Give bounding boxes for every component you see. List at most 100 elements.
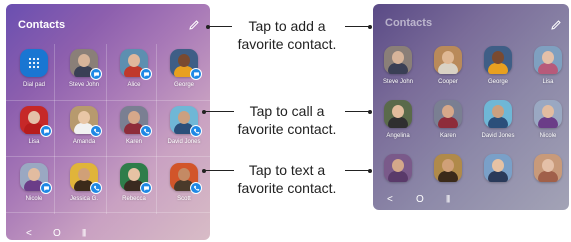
contact-name: Steve John xyxy=(382,79,414,85)
contacts-screen-left: Contacts Dial pad Steve John Alice George Li… xyxy=(6,4,210,240)
callout-line: favorite contact. xyxy=(237,36,337,52)
favorite-contact[interactable]: Nicole xyxy=(525,100,569,139)
contact-name: Dial pad xyxy=(22,82,45,88)
contact-avatar[interactable] xyxy=(534,154,562,182)
contact-avatar[interactable] xyxy=(170,163,202,194)
call-badge-icon[interactable] xyxy=(140,125,152,137)
contact-name: Nicole xyxy=(539,133,557,139)
contact-avatar[interactable] xyxy=(384,154,412,182)
screen-title: Contacts xyxy=(385,17,433,29)
message-badge-icon[interactable] xyxy=(40,125,52,137)
message-badge-icon[interactable] xyxy=(40,182,52,194)
call-badge-icon[interactable] xyxy=(90,182,102,194)
favorite-contact[interactable]: George xyxy=(475,46,521,85)
callout-line: Tap to text a xyxy=(248,162,326,178)
favorite-contact[interactable]: Steve John xyxy=(375,46,421,85)
favorite-contact[interactable]: Amanda xyxy=(61,106,107,145)
callout-text-favorite: Tap to text a favorite contact. xyxy=(212,161,362,197)
pencil-icon[interactable] xyxy=(188,19,200,31)
contact-name: Lisa xyxy=(542,79,554,85)
contacts-screen-right: Contacts Steve John Cooper George Lisa Angel… xyxy=(373,4,569,210)
contact-name: Alice xyxy=(127,82,141,88)
callout-pointer-dot xyxy=(368,110,372,114)
contact-name: Cooper xyxy=(438,79,458,85)
message-badge-icon[interactable] xyxy=(140,68,152,80)
contact-name: Karen xyxy=(125,139,142,145)
callout-line: Tap to add a xyxy=(248,18,326,34)
contact-avatar[interactable] xyxy=(120,163,152,194)
call-badge-icon[interactable] xyxy=(190,182,202,194)
message-badge-icon[interactable] xyxy=(90,68,102,80)
callout-pointer-dot xyxy=(368,169,372,173)
back-nav-button[interactable]: < xyxy=(387,194,393,205)
favorite-contact[interactable]: David Jones xyxy=(161,106,207,145)
back-nav-button[interactable]: < xyxy=(26,228,32,239)
contact-avatar[interactable] xyxy=(434,100,462,128)
favorite-contact[interactable]: George xyxy=(161,49,207,88)
favorite-contact[interactable]: Rebecca xyxy=(111,163,157,202)
favorite-contact[interactable] xyxy=(475,154,521,187)
favorite-contact[interactable]: Nicole xyxy=(11,163,57,202)
favorite-contact[interactable]: David Jones xyxy=(475,100,521,139)
contact-name: George xyxy=(173,82,194,88)
favorite-contact[interactable]: Karen xyxy=(111,106,157,145)
favorite-contact[interactable]: Jessica G. xyxy=(61,163,107,202)
favorite-contact[interactable]: Angelina xyxy=(375,100,421,139)
contact-avatar[interactable] xyxy=(170,106,202,137)
recents-nav-button[interactable]: ||| xyxy=(82,228,86,237)
favorite-contact[interactable]: Steve John xyxy=(61,49,107,88)
favorite-contact[interactable]: Lisa xyxy=(525,46,569,85)
home-nav-button[interactable]: O xyxy=(53,228,61,239)
contact-name: David Jones xyxy=(481,133,515,139)
callout-line: favorite contact. xyxy=(237,180,337,196)
recents-nav-button[interactable]: ||| xyxy=(446,194,450,203)
callout-call-favorite: Tap to call a favorite contact. xyxy=(212,102,362,138)
contact-avatar[interactable] xyxy=(434,154,462,182)
home-nav-button[interactable]: O xyxy=(416,194,424,205)
dial-pad-icon[interactable] xyxy=(20,49,48,77)
contact-avatar[interactable] xyxy=(534,46,562,74)
screen-title: Contacts xyxy=(18,19,66,31)
contact-avatar[interactable] xyxy=(384,46,412,74)
contact-avatar[interactable] xyxy=(434,46,462,74)
contact-avatar[interactable] xyxy=(384,100,412,128)
callout-pointer-dot xyxy=(368,25,372,29)
contact-avatar[interactable] xyxy=(20,106,52,137)
call-badge-icon[interactable] xyxy=(190,125,202,137)
contact-name: Rebecca xyxy=(122,196,146,202)
contact-name: Jessica G. xyxy=(69,196,98,202)
favorite-contact[interactable]: Alice xyxy=(111,49,157,88)
favorite-contact[interactable]: Scott xyxy=(161,163,207,202)
callout-add-favorite: Tap to add a favorite contact. xyxy=(212,17,362,53)
contact-name: Angelina xyxy=(386,133,410,139)
message-badge-icon[interactable] xyxy=(190,68,202,80)
favorite-contact[interactable]: Cooper xyxy=(425,46,471,85)
contact-avatar[interactable] xyxy=(70,49,102,80)
favorite-contact[interactable] xyxy=(425,154,471,187)
favorite-contact[interactable]: Lisa xyxy=(11,106,57,145)
contact-avatar[interactable] xyxy=(120,106,152,137)
contact-avatar[interactable] xyxy=(20,163,52,194)
contact-name: David Jones xyxy=(167,139,201,145)
pencil-icon[interactable] xyxy=(550,19,562,31)
contact-avatar[interactable] xyxy=(534,100,562,128)
call-badge-icon[interactable] xyxy=(90,125,102,137)
favorite-contact[interactable]: Karen xyxy=(425,100,471,139)
contact-name: Nicole xyxy=(25,196,43,202)
contact-avatar[interactable] xyxy=(484,154,512,182)
message-badge-icon[interactable] xyxy=(140,182,152,194)
contact-avatar[interactable] xyxy=(484,46,512,74)
favorite-contact[interactable] xyxy=(375,154,421,187)
contact-name: Scott xyxy=(177,196,191,202)
contact-avatar[interactable] xyxy=(120,49,152,80)
contact-avatar[interactable] xyxy=(70,106,102,137)
contact-avatar[interactable] xyxy=(170,49,202,80)
callout-line: Tap to call a xyxy=(249,103,325,119)
contact-name: Amanda xyxy=(72,139,96,145)
favorite-contact[interactable] xyxy=(525,154,569,187)
callout-line: favorite contact. xyxy=(237,121,337,137)
contact-name: Lisa xyxy=(28,139,40,145)
dial-pad-button[interactable]: Dial pad xyxy=(11,49,57,88)
contact-avatar[interactable] xyxy=(70,163,102,194)
contact-avatar[interactable] xyxy=(484,100,512,128)
